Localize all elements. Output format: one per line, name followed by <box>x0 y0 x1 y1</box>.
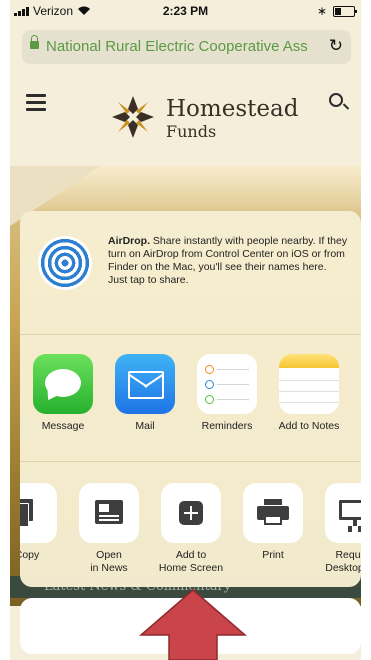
action-label: Open in News <box>90 549 128 574</box>
app-label: Mail <box>135 420 155 432</box>
battery-icon <box>333 5 357 17</box>
print-icon <box>243 483 303 543</box>
annotation-arrow-icon <box>138 589 248 660</box>
share-app-notes[interactable]: Add to Notes <box>269 354 349 433</box>
address-bar[interactable]: National Rural Electric Cooperative Ass … <box>22 30 351 64</box>
site-header: Homestead Funds <box>10 76 361 166</box>
action-copy[interactable]: Copy <box>20 483 67 562</box>
share-sheet: AirDrop. Share instantly with people nea… <box>20 211 361 587</box>
add-to-home-screen-icon <box>161 483 221 543</box>
search-icon[interactable] <box>329 93 343 107</box>
hamburger-menu-icon[interactable] <box>26 94 46 115</box>
action-add-to-home-screen[interactable]: Add to Home Screen <box>151 483 231 575</box>
action-label: Request Desktop Site <box>325 549 361 574</box>
copy-icon <box>20 483 57 543</box>
mail-icon <box>115 354 175 414</box>
app-label: Add to Notes <box>278 420 340 432</box>
airdrop-section[interactable]: AirDrop. Share instantly with people nea… <box>20 211 361 334</box>
airdrop-title: AirDrop. <box>108 235 150 247</box>
bluetooth-icon: ∗ <box>316 4 327 18</box>
phone-screen: Verizon 2:23 PM ∗ National Rural Electri… <box>10 0 361 660</box>
reload-icon[interactable]: ↻ <box>329 36 343 56</box>
lock-icon <box>30 35 39 49</box>
app-label: Message <box>41 420 85 432</box>
logo-wordmark: Homestead <box>166 96 299 122</box>
share-app-message[interactable]: Message <box>23 354 103 433</box>
news-icon <box>79 483 139 543</box>
share-apps-row: Message Mail Reminders Add to Notes <box>20 335 361 461</box>
status-time: 2:23 PM <box>162 4 209 18</box>
action-label: Add to Home Screen <box>158 549 224 574</box>
logo-subtitle: Funds <box>166 122 217 141</box>
url-text[interactable]: National Rural Electric Cooperative Ass <box>46 38 316 55</box>
homestead-logo-icon <box>112 96 154 138</box>
reminders-icon <box>197 354 257 414</box>
app-label: Reminders <box>201 420 253 432</box>
notes-icon <box>279 354 339 414</box>
action-label: Copy <box>20 549 40 561</box>
desktop-icon <box>325 483 361 543</box>
airdrop-description: AirDrop. Share instantly with people nea… <box>108 235 348 287</box>
share-app-reminders[interactable]: Reminders <box>187 354 267 433</box>
messages-icon <box>33 354 93 414</box>
share-actions-row: Copy Open in News Add to Home Screen Pri… <box>20 462 361 587</box>
action-open-in-news[interactable]: Open in News <box>69 483 149 575</box>
action-print[interactable]: Print <box>233 483 313 562</box>
action-label: Print <box>262 549 284 561</box>
airdrop-icon <box>38 236 92 290</box>
share-app-mail[interactable]: Mail <box>105 354 185 433</box>
share-app-next[interactable] <box>351 354 361 414</box>
status-bar: Verizon 2:23 PM ∗ <box>10 0 361 22</box>
action-request-desktop-site[interactable]: Request Desktop Site <box>315 483 361 575</box>
